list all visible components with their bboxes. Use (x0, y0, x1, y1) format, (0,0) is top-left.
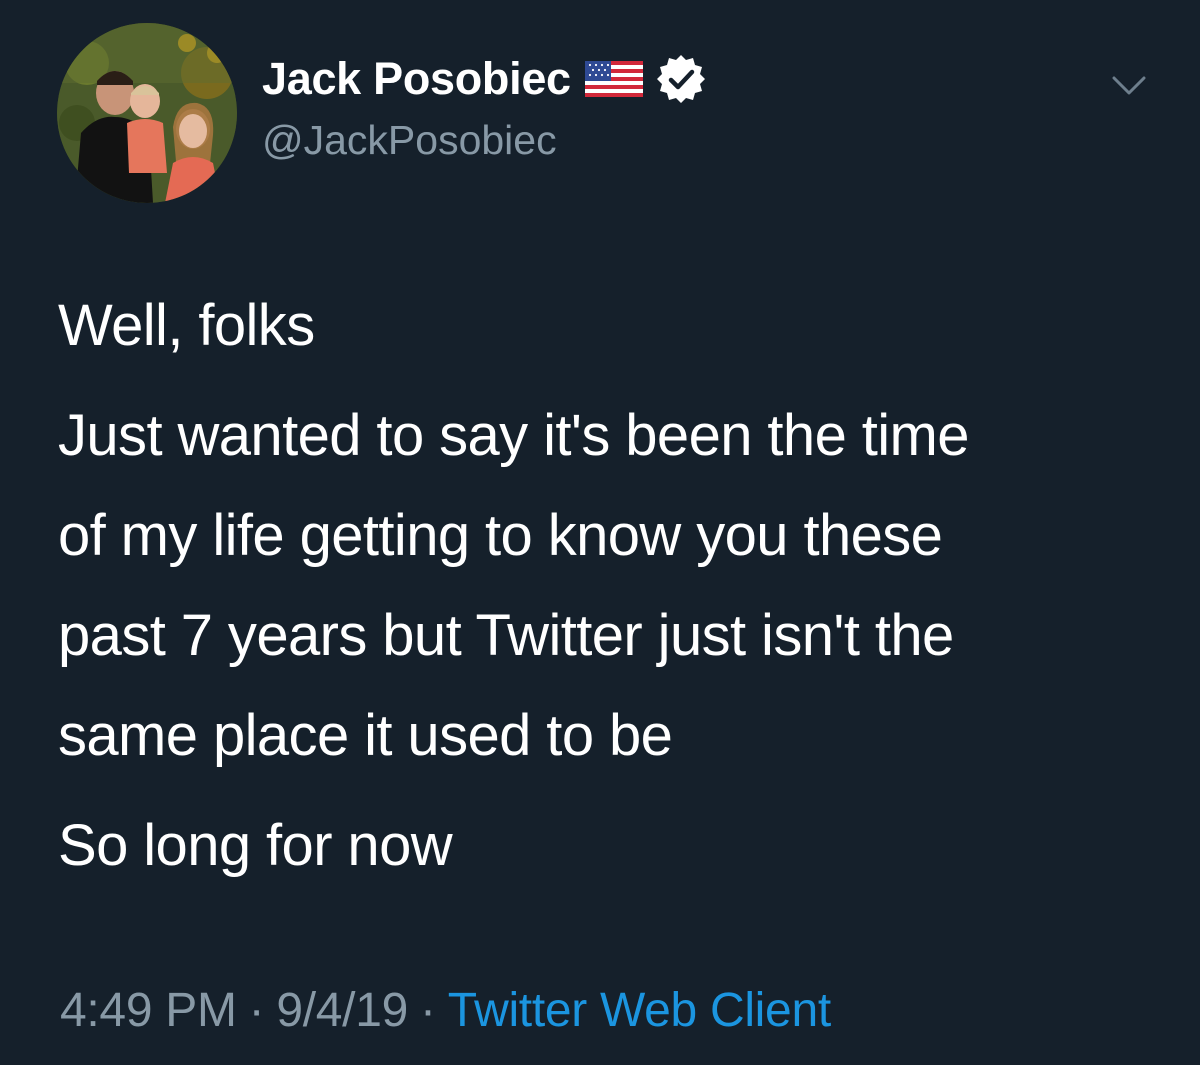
author-name-row: Jack Posobiec (262, 52, 707, 106)
tweet-meta: 4:49 PM · 9/4/19 · Twitter Web Client (60, 983, 831, 1038)
tweet-paragraph: Well, folks (58, 293, 315, 358)
tweet-line: of my life getting to know you these (58, 503, 943, 568)
verified-badge-icon (655, 53, 707, 105)
meta-separator: · (420, 984, 436, 1037)
author-display-name[interactable]: Jack Posobiec (262, 53, 571, 105)
tweet-paragraph: Just wanted to say it's been the time of… (58, 386, 1158, 786)
tweet-time[interactable]: 4:49 PM (60, 984, 237, 1037)
chevron-down-icon[interactable] (1104, 68, 1154, 102)
tweet-line: same place it used to be (58, 703, 673, 768)
us-flag-icon (584, 61, 643, 97)
author-handle[interactable]: @JackPosobiec (262, 117, 557, 164)
tweet-paragraph: So long for now (58, 813, 453, 878)
tweet-card: Jack Posobiec @JackPosobiec Well, folks … (0, 0, 1200, 1065)
tweet-line: past 7 years but Twitter just isn't the (58, 603, 954, 668)
tweet-source-link[interactable]: Twitter Web Client (448, 984, 831, 1037)
tweet-text: Well, folks Just wanted to say it's been… (58, 276, 1158, 896)
avatar[interactable] (57, 23, 237, 203)
meta-separator: · (248, 984, 265, 1037)
tweet-line: Just wanted to say it's been the time (58, 403, 970, 468)
avatar-photo (57, 23, 237, 203)
tweet-date[interactable]: 9/4/19 (276, 984, 408, 1037)
